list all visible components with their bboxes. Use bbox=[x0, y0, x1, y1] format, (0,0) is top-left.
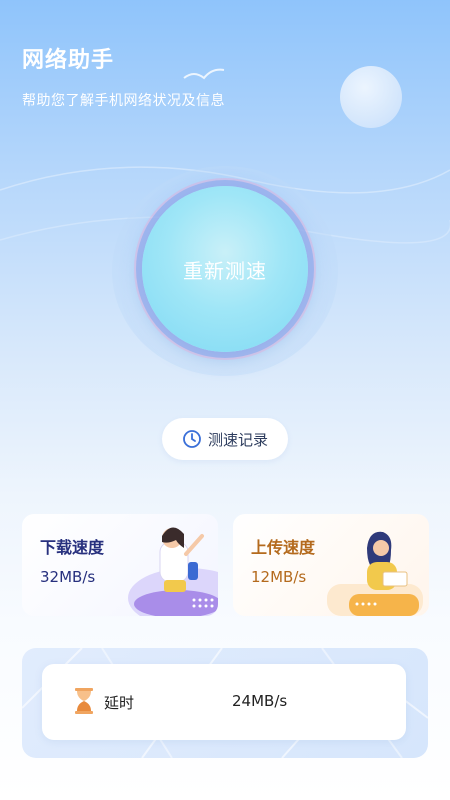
latency-label: 延时 bbox=[104, 694, 135, 712]
download-speed-value: 32MB/s bbox=[40, 568, 96, 586]
latency-panel: 延时 24MB/s bbox=[22, 648, 428, 758]
speed-record-label: 测速记录 bbox=[207, 430, 268, 449]
retest-label: 重新测速 bbox=[183, 258, 267, 283]
upload-speed-value: 12MB/s bbox=[251, 568, 307, 586]
latency-value: 24MB/s bbox=[232, 692, 288, 710]
person-reading-illustration bbox=[327, 531, 423, 616]
person-waving-illustration bbox=[128, 527, 218, 616]
retest-button[interactable]: 重新测速 bbox=[142, 186, 308, 352]
page-subtitle: 帮助您了解手机网络状况及信息 bbox=[22, 93, 225, 109]
page-title: 网络助手 bbox=[22, 48, 115, 73]
speed-record-button[interactable]: 测速记录 bbox=[162, 418, 288, 460]
moon-decoration bbox=[340, 66, 402, 128]
latency-item[interactable]: 延时 24MB/s bbox=[42, 664, 406, 740]
clock-icon bbox=[183, 430, 201, 448]
bird-icon bbox=[183, 68, 225, 80]
download-speed-card[interactable]: 下载速度 32MB/s bbox=[22, 514, 218, 616]
upload-speed-card[interactable]: 上传速度 12MB/s bbox=[233, 514, 429, 616]
upload-speed-title: 上传速度 bbox=[251, 538, 316, 557]
hourglass-icon bbox=[75, 688, 93, 714]
download-speed-title: 下载速度 bbox=[40, 538, 105, 557]
